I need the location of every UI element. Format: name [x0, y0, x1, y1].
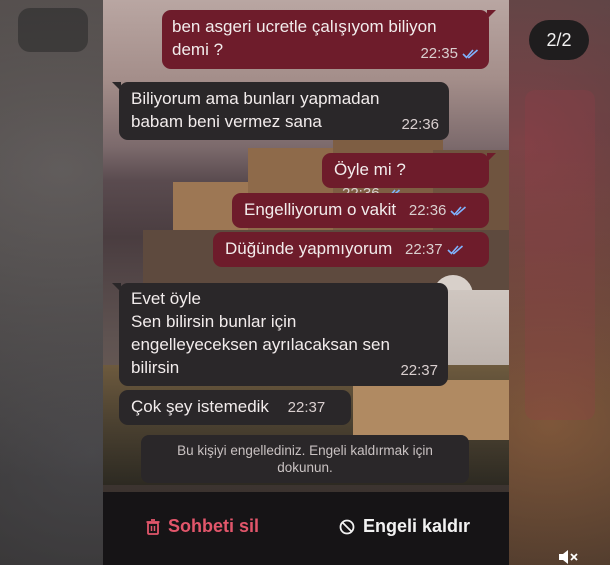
message-meta: 22:36 — [401, 113, 439, 136]
message-text: Düğünde yapmıyorum — [225, 239, 393, 258]
message-time: 22:37 — [400, 362, 438, 379]
message-text-line: Evet öyle — [131, 289, 201, 308]
message-time: 22:37 — [405, 241, 443, 258]
message-meta: 22:37 — [405, 238, 464, 261]
message-text-line: babam beni vermez sana — [131, 112, 322, 131]
message-incoming[interactable]: Çok şey istemedik 22:37 — [119, 390, 351, 425]
message-meta: 22:36 — [409, 199, 468, 222]
message-text: Çok şey istemedik — [131, 397, 269, 416]
message-meta: 22:35 — [420, 42, 479, 65]
message-outgoing[interactable]: Öyle mi ? 22:36 — [322, 153, 496, 202]
trash-icon — [146, 518, 160, 535]
message-text: Engelliyorum o vakit — [244, 200, 397, 219]
delete-chat-button[interactable]: Sohbeti sil — [146, 516, 259, 537]
unblock-label: Engeli kaldır — [363, 516, 471, 536]
message-text-line: bilirsin — [131, 358, 180, 377]
block-icon — [339, 519, 355, 534]
message-outgoing[interactable]: Düğünde yapmıyorum 22:37 — [213, 232, 489, 267]
chat-screenshot: ben asgeri ucretle çalışıyom biliyon dem… — [103, 0, 509, 565]
double-check-icon — [450, 206, 467, 216]
message-text-line: engelleyeceksen ayrılacaksan sen — [131, 335, 390, 354]
message-outgoing[interactable]: Engelliyorum o vakit 22:36 — [232, 193, 489, 228]
message-text-line: Sen bilirsin bunlar için — [131, 312, 297, 331]
message-text: Öyle mi ? — [334, 160, 406, 179]
page-counter: 2/2 — [529, 20, 589, 60]
double-check-icon — [462, 49, 479, 59]
blocked-contact-notice[interactable]: Bu kişiyi engellediniz. Engeli kaldırmak… — [141, 435, 469, 483]
message-incoming[interactable]: Evet öyle Sen bilirsin bunlar için engel… — [112, 283, 448, 386]
unblock-button[interactable]: Engeli kaldır — [339, 516, 470, 537]
message-time: 22:36 — [401, 116, 439, 133]
message-meta: 22:37 — [400, 359, 438, 382]
message-outgoing[interactable]: ben asgeri ucretle çalışıyom biliyon dem… — [162, 10, 496, 69]
message-incoming[interactable]: Biliyorum ama bunları yapmadan babam ben… — [112, 82, 449, 140]
message-text-line: ben asgeri ucretle çalışıyom biliyon — [172, 17, 437, 36]
double-check-icon — [446, 245, 463, 255]
message-time: 22:36 — [408, 202, 447, 219]
blocked-chat-action-bar: Sohbeti sil Engeli kaldır — [103, 492, 509, 565]
message-meta: 22:37 — [288, 396, 326, 419]
message-time: 22:37 — [287, 399, 326, 416]
message-text-line: Biliyorum ama bunları yapmadan — [131, 89, 380, 108]
speaker-muted-icon[interactable] — [556, 549, 580, 565]
message-time: 22:35 — [420, 45, 458, 62]
delete-chat-label: Sohbeti sil — [168, 516, 260, 536]
